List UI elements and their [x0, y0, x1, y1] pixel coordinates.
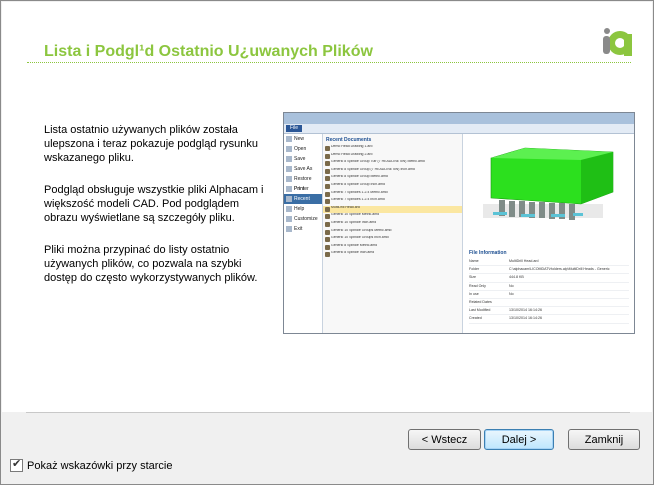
preview-titlebar — [284, 113, 634, 124]
preview-info-row: Related Dates — [469, 299, 629, 308]
preview-info-table: Name MultiDrill Head.ard Folder C:\alphacam… — [469, 258, 629, 324]
checkmark-icon: ✔ — [12, 457, 22, 470]
preview-recent-file: Generic 10 Spindle Groups Metric.amd — [323, 229, 462, 237]
preview-recent-file: MultiDrill Head.ard — [323, 205, 462, 214]
preview-recent-rows: Demo Head Drawing 1.ard Demo Head Drawing… — [323, 145, 462, 259]
preview-recent-file: Generic 8 Spindle Group Metric.amd — [323, 175, 462, 183]
preview-info-row: Size 444.8 KB — [469, 274, 629, 283]
description-paragraph: Pliki można przypinać do listy ostatnio … — [44, 244, 258, 284]
preview-detail-pane: File Information Name MultiDrill Head.ard… — [463, 134, 634, 333]
footer-divider — [26, 412, 630, 413]
preview-3d-model — [463, 134, 634, 246]
preview-recent-file: Generic 8 Spindle Inch.amd — [323, 251, 462, 259]
preview-info-key: Last Modified — [469, 308, 491, 313]
preview-recent-file: Generic 10 Spindle Inch.amd — [323, 221, 462, 229]
description-paragraph: Lista ostatnio używanych plików została … — [44, 124, 259, 164]
preview-recent-file: Generic 7 Spindles 1.2.4 Inch.amd — [323, 198, 462, 206]
preview-info-header: File Information — [469, 250, 507, 256]
description-paragraph: Podgląd obsługuje wszystkie pliki Alphac… — [44, 184, 264, 224]
preview-menu-item: Restore Printer — [284, 174, 322, 192]
preview-info-key: Size — [469, 275, 476, 280]
preview-menu-item: Help — [284, 204, 322, 214]
preview-info-row: Created 13/10/2014 16:14:26 — [469, 315, 629, 324]
preview-menu-item: Exit — [284, 224, 322, 234]
close-button[interactable]: Zamknij — [568, 429, 640, 450]
preview-recent-file: Generic 8 Spindle Metric.amd — [323, 244, 462, 252]
feature-preview-screenshot: File New Open Save Save As Restore Printer Pr… — [283, 112, 635, 334]
preview-menu-item: Print Preview — [284, 184, 322, 202]
show-tips-option[interactable]: ✔ Pokaż wskazówki przy starcie — [10, 457, 173, 472]
preview-info-key: Folder — [469, 267, 480, 272]
preview-info-row: In use No — [469, 291, 629, 300]
dialog-window: Lista i Podgl¹d Ostatnio U¿uwanych Plikó… — [0, 0, 654, 485]
title-divider — [27, 62, 631, 63]
preview-info-value: MultiDrill Head.ard — [509, 259, 539, 263]
preview-info-key: Related Dates — [469, 300, 492, 305]
preview-menu-item: Save As — [284, 164, 322, 174]
preview-recent-file: Generic 8 Spindle Group (7 HEADLINE 5W) … — [323, 168, 462, 176]
content-panel: Lista i Podgl¹d Ostatnio U¿uwanych Plikó… — [2, 2, 652, 412]
preview-recent-header: Recent Documents — [326, 137, 372, 143]
preview-file-tab: File — [286, 125, 302, 132]
next-button[interactable]: Dalej > — [484, 429, 554, 450]
preview-info-row: Folder C:\alphacam\LICOMDAT\Holders.alp\M… — [469, 266, 629, 275]
preview-info-key: Name — [469, 259, 479, 263]
show-tips-label: Pokaż wskazówki przy starcie — [27, 459, 173, 472]
preview-menu-item: New — [284, 134, 322, 144]
preview-menu-item: Save — [284, 154, 322, 164]
preview-info-value: C:\alphacam\LICOMDAT\Holders.alp\MultiDr… — [509, 267, 610, 272]
preview-info-value: 13/10/2014 16:14:26 — [509, 308, 542, 313]
preview-backstage-menu: NewOpenSaveSave AsRestore PrinterPrint P… — [284, 134, 323, 333]
preview-menu-item: Recent — [284, 194, 322, 204]
preview-recent-file: Generic 8 Spindle Group Inch.amd — [323, 183, 462, 191]
preview-recent-file: Generic 10 Spindle Groups Inch.amd — [323, 236, 462, 244]
preview-menu-item: Open — [284, 144, 322, 154]
preview-info-key: In use — [469, 291, 479, 296]
preview-info-key: Read Only — [469, 283, 486, 288]
preview-recent-file: Generic 8 Spindle Group Tutr (7 HEADLINE… — [323, 160, 462, 168]
preview-recent-file: Generic 10 Spindle Metric.amd — [323, 213, 462, 221]
preview-recent-file: Generic 7 Spindles 1.2.4 Metric.amd — [323, 191, 462, 199]
preview-info-row: Last Modified 13/10/2014 16:14:26 — [469, 307, 629, 316]
alphacam-logo-icon — [600, 24, 634, 58]
preview-info-row: Name MultiDrill Head.ard — [469, 258, 629, 267]
preview-menu-item: Customize — [284, 214, 322, 224]
preview-info-value: 13/10/2014 16:14:26 — [509, 316, 542, 321]
preview-ribbon: File — [284, 124, 634, 134]
preview-info-value: 444.8 KB — [509, 275, 524, 280]
preview-info-value: No — [509, 283, 514, 288]
preview-info-row: Read Only No — [469, 283, 629, 291]
preview-recent-file: Demo Head Drawing 2.ard — [323, 153, 462, 161]
preview-info-value: No — [509, 291, 514, 296]
preview-recent-file: Demo Head Drawing 1.ard — [323, 145, 462, 153]
page-title: Lista i Podgl¹d Ostatnio U¿uwanych Plikó… — [44, 43, 373, 60]
preview-recent-list: Recent Documents Demo Head Drawing 1.ard… — [323, 134, 463, 333]
show-tips-checkbox[interactable]: ✔ — [10, 457, 23, 472]
preview-info-key: Created — [469, 316, 482, 321]
back-button[interactable]: < Wstecz — [408, 429, 481, 450]
